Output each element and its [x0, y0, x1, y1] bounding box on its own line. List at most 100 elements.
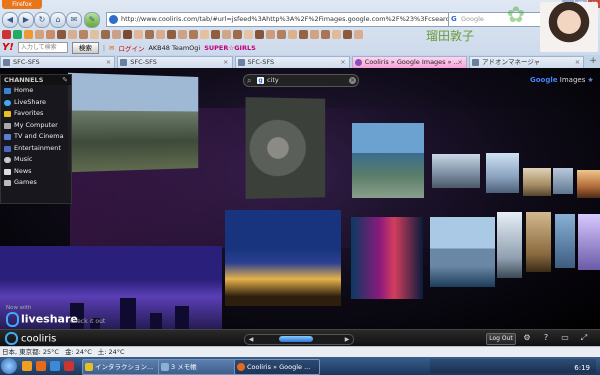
bookmark-icon[interactable]: [200, 30, 209, 39]
channel-item-favorites[interactable]: Favorites: [1, 108, 71, 120]
fullscreen-icon[interactable]: ⤢: [577, 333, 591, 343]
login-link[interactable]: ログイン: [118, 43, 144, 53]
bookmark-icon[interactable]: [277, 30, 286, 39]
bookmark-icon[interactable]: [211, 30, 220, 39]
clear-search-icon[interactable]: ×: [349, 77, 356, 84]
channel-item-my-computer[interactable]: My Computer: [1, 120, 71, 132]
liveshare-promo[interactable]: liveshare: [6, 312, 78, 327]
akb-bookmark[interactable]: AKB48 TeamOgi: [148, 44, 200, 52]
quicklaunch-firefox-icon[interactable]: [36, 361, 46, 371]
photo-city-thumb[interactable]: [497, 212, 522, 278]
bookmark-icon[interactable]: [332, 30, 341, 39]
scroll-right-icon[interactable]: ▶: [343, 335, 351, 344]
tab-cooliris[interactable]: Cooliris » Google Images » ... ×: [351, 56, 467, 68]
yahoo-logo[interactable]: Y!: [2, 42, 14, 53]
bookmark-icon[interactable]: [145, 30, 154, 39]
bookmark-icon[interactable]: [299, 30, 308, 39]
tab-sfc-3[interactable]: SFC-SFS ×: [234, 56, 350, 68]
photo-city-thumb[interactable]: [553, 168, 573, 194]
bookmark-icon[interactable]: [354, 30, 363, 39]
forward-button[interactable]: ▶: [18, 12, 34, 28]
bookmark-icon[interactable]: [123, 30, 132, 39]
tab-close-icon[interactable]: ×: [575, 57, 580, 68]
logout-button[interactable]: Log Out: [486, 333, 516, 345]
bookmark-icon[interactable]: [343, 30, 352, 39]
bookmark-icon[interactable]: [101, 30, 110, 39]
tab-addons[interactable]: アドオンマネージャ ×: [469, 56, 585, 68]
photo-city-thumb[interactable]: [432, 154, 480, 188]
pin-icon[interactable]: ✎: [62, 75, 68, 85]
bookmark-icon[interactable]: [35, 30, 44, 39]
photo-city-thumb[interactable]: [555, 214, 575, 268]
taskbar-item[interactable]: インタラクション...: [82, 359, 166, 375]
bookmark-icon[interactable]: [68, 30, 77, 39]
photo-city-thumb[interactable]: [577, 170, 600, 198]
bookmark-icon[interactable]: [79, 30, 88, 39]
bookmark-icon[interactable]: [134, 30, 143, 39]
bookmark-icon[interactable]: [90, 30, 99, 39]
tab-close-icon[interactable]: ×: [106, 57, 111, 68]
new-tab-button[interactable]: +: [586, 56, 600, 67]
screen-icon[interactable]: ▭: [558, 333, 572, 343]
bookmark-icon[interactable]: [266, 30, 275, 39]
bookmark-icon[interactable]: [2, 30, 11, 39]
photo-aerial-city[interactable]: [245, 97, 326, 199]
cooliris-search-field[interactable]: ⌕ g city ×: [243, 74, 359, 87]
chat-icon[interactable]: ✉: [66, 12, 82, 28]
favorite-star-icon[interactable]: ★: [587, 76, 593, 84]
tab-sfc-2[interactable]: SFC-SFS ×: [117, 56, 233, 68]
channel-item-games[interactable]: Games: [1, 177, 71, 189]
bookmark-icon[interactable]: [13, 30, 22, 39]
bookmark-icon[interactable]: [255, 30, 264, 39]
check-it-out-link[interactable]: check it out: [70, 318, 105, 325]
scroll-thumb[interactable]: [278, 336, 313, 342]
bookmark-icon[interactable]: [178, 30, 187, 39]
clock[interactable]: 6:19: [574, 361, 590, 375]
photo-city-thumb[interactable]: [486, 153, 519, 193]
tab-close-icon[interactable]: ×: [340, 57, 345, 68]
toolbar-search-button[interactable]: 検索: [71, 41, 99, 54]
taskbar-item-active[interactable]: Cooliris » Google ...: [234, 359, 320, 375]
bookmark-icon[interactable]: [288, 30, 297, 39]
quicklaunch-desktop-icon[interactable]: [50, 361, 60, 371]
wall-scrollbar[interactable]: ◀ ▶: [244, 334, 354, 345]
bookmark-icon[interactable]: [156, 30, 165, 39]
reload-button[interactable]: ↻: [34, 12, 50, 28]
help-icon[interactable]: ?: [539, 333, 553, 343]
bookmark-icon[interactable]: [233, 30, 242, 39]
photo-coastal-city[interactable]: [352, 123, 424, 198]
firefox-menu-button[interactable]: Firefox: [2, 0, 42, 9]
start-button[interactable]: [1, 358, 17, 374]
tab-close-icon[interactable]: ×: [458, 57, 463, 68]
photo-city-thumb[interactable]: [578, 214, 600, 270]
bookmark-icon[interactable]: [189, 30, 198, 39]
tab-sfc-1[interactable]: SFC-SFS ×: [0, 56, 116, 68]
taskbar-item[interactable]: 3 メモ帳: [158, 359, 242, 375]
channel-item-news[interactable]: News: [1, 166, 71, 178]
mail-icon[interactable]: ✉: [109, 44, 114, 52]
scroll-left-icon[interactable]: ◀: [247, 335, 255, 344]
bookmark-icon[interactable]: [310, 30, 319, 39]
quicklaunch-explorer-icon[interactable]: [22, 361, 32, 371]
channel-item-home[interactable]: Home: [1, 85, 71, 97]
bookmark-icon[interactable]: [112, 30, 121, 39]
channel-item-liveshare[interactable]: LiveShare: [1, 97, 71, 109]
bookmark-icon[interactable]: [24, 30, 33, 39]
quicklaunch-app-icon[interactable]: [64, 361, 74, 371]
bookmark-icon[interactable]: [57, 30, 66, 39]
photo-cathedral[interactable]: [68, 72, 199, 173]
cooliris-logo[interactable]: cooliris: [5, 332, 56, 345]
bookmark-icon[interactable]: [167, 30, 176, 39]
bookmark-icon[interactable]: [244, 30, 253, 39]
photo-neon-city[interactable]: [351, 217, 423, 299]
back-button[interactable]: ◀: [2, 12, 18, 28]
supergirls-bookmark[interactable]: SUPER☆GIRLS: [204, 44, 256, 52]
bookmark-icon[interactable]: [321, 30, 330, 39]
bookmark-icon[interactable]: [222, 30, 231, 39]
photo-harbor-city[interactable]: [430, 217, 495, 287]
settings-icon[interactable]: ⚙: [520, 333, 534, 343]
leaf-icon[interactable]: ✎: [84, 12, 100, 28]
tab-close-icon[interactable]: ×: [223, 57, 228, 68]
channel-item-tv-cinema[interactable]: TV and Cinema: [1, 131, 71, 143]
toolbar-search-input[interactable]: 入力して検索: [17, 42, 68, 53]
